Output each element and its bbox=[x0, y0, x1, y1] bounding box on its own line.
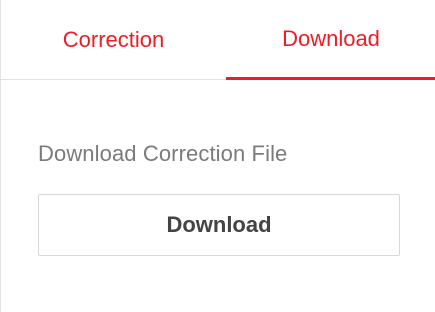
tab-correction-label: Correction bbox=[62, 27, 165, 52]
section-title: Download Correction File bbox=[38, 141, 288, 166]
tab-download[interactable]: Download bbox=[226, 0, 435, 80]
tab-bar: Correction Download bbox=[1, 0, 435, 80]
download-panel: Correction Download Download Correction … bbox=[0, 0, 435, 312]
tab-correction[interactable]: Correction bbox=[1, 0, 226, 80]
tab-download-label: Download bbox=[282, 25, 380, 51]
download-button[interactable]: Download bbox=[38, 194, 400, 256]
